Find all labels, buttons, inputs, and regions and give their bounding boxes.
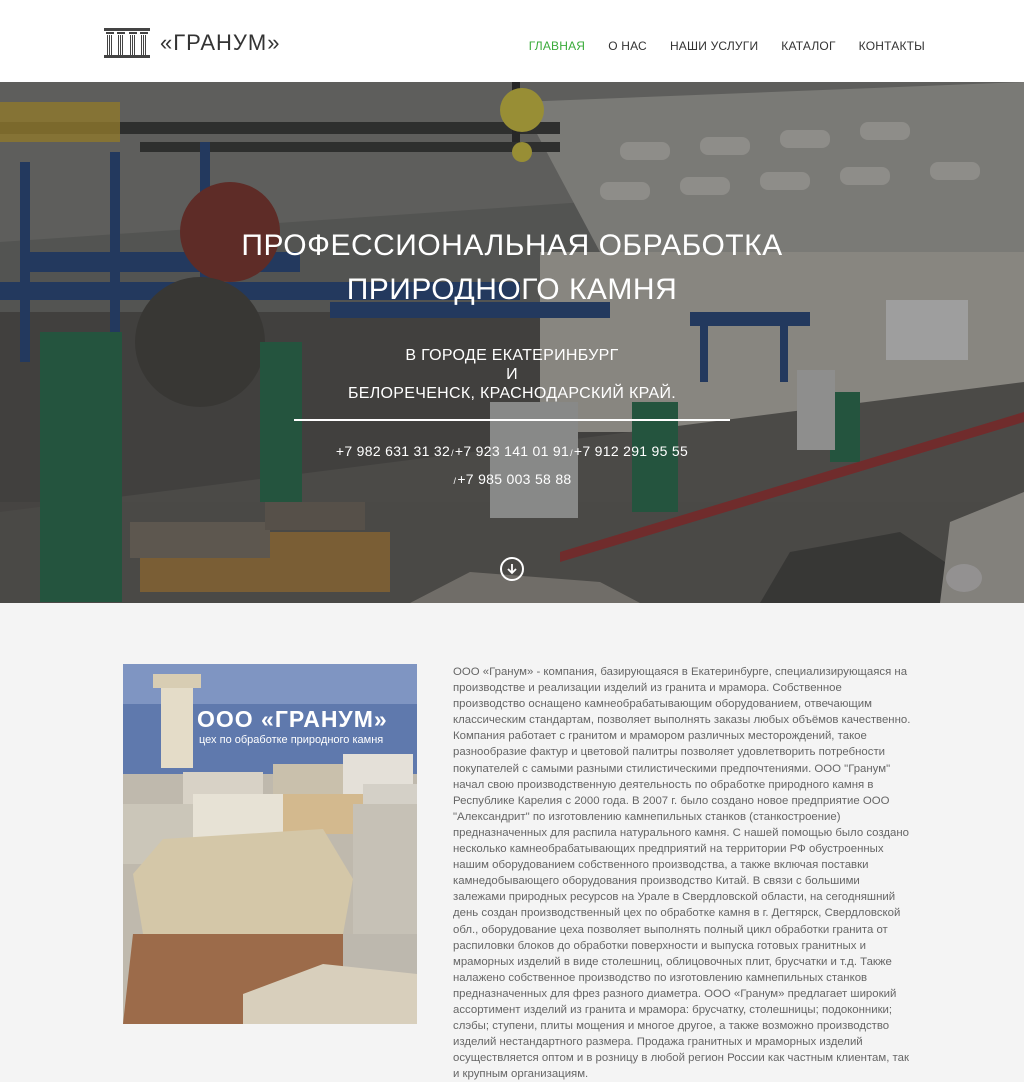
- hero-overlay: [0, 82, 1024, 603]
- arrow-down-icon: [507, 564, 517, 575]
- hero-title-line-2: ПРИРОДНОГО КАМНЯ: [346, 273, 678, 306]
- logo-text: «ГРАНУМ»: [160, 30, 281, 55]
- phone-number[interactable]: +7 985 003 58 88: [457, 471, 571, 487]
- hero-divider: [294, 419, 730, 421]
- about-text: ООО «Гранум» - компания, базирующаяся в …: [453, 666, 911, 1081]
- site-header: «ГРАНУМ» ГЛАВНАЯ О НАС НАШИ УСЛУГИ КАТАЛ…: [0, 0, 1024, 82]
- phone-separator: /: [451, 448, 454, 458]
- hero-phones: +7 982 631 31 32/+7 923 141 01 91/+7 912…: [312, 438, 712, 494]
- hero-section: ПРОФЕССИОНАЛЬНАЯ ОБРАБОТКА ПРИРОДНОГО КА…: [0, 82, 1024, 603]
- phone-separator: /: [570, 448, 573, 458]
- phone-separator: /: [453, 476, 457, 486]
- image-banner-subtitle: цех по обработке природного камня: [199, 734, 384, 746]
- logo[interactable]: «ГРАНУМ»: [104, 28, 280, 58]
- image-banner-title: ООО «ГРАНУМ»: [197, 706, 388, 732]
- hero-subtitle: В ГОРОДЕ ЕКАТЕРИНБУРГ И БЕЛОРЕЧЕНСК, КРА…: [0, 346, 1024, 403]
- nav-item-about[interactable]: О НАС: [608, 39, 647, 53]
- phone-number[interactable]: +7 923 141 01 91: [455, 443, 569, 459]
- scroll-down-button[interactable]: [500, 557, 524, 581]
- main-nav: ГЛАВНАЯ О НАС НАШИ УСЛУГИ КАТАЛОГ КОНТАК…: [529, 39, 925, 53]
- columns-logo-icon: [104, 28, 150, 58]
- hero-subtitle-line-1: В ГОРОДЕ ЕКАТЕРИНБУРГ: [405, 347, 619, 364]
- hero-title: ПРОФЕССИОНАЛЬНАЯ ОБРАБОТКА ПРИРОДНОГО КА…: [0, 224, 1024, 312]
- hero-subtitle-line-2: И: [506, 366, 518, 383]
- nav-item-catalog[interactable]: КАТАЛОГ: [781, 39, 835, 53]
- nav-item-contacts[interactable]: КОНТАКТЫ: [859, 39, 925, 53]
- nav-item-home[interactable]: ГЛАВНАЯ: [529, 39, 585, 53]
- hero-title-line-1: ПРОФЕССИОНАЛЬНАЯ ОБРАБОТКА: [241, 229, 783, 262]
- nav-item-services[interactable]: НАШИ УСЛУГИ: [670, 39, 758, 53]
- about-image: ООО «ГРАНУМ» цех по обработке природного…: [123, 664, 417, 1024]
- phone-number[interactable]: +7 912 291 95 55: [574, 443, 688, 459]
- phone-number[interactable]: +7 982 631 31 32: [336, 443, 450, 459]
- hero-subtitle-line-3: БЕЛОРЕЧЕНСК, КРАСНОДАРСКИЙ КРАЙ.: [347, 385, 677, 402]
